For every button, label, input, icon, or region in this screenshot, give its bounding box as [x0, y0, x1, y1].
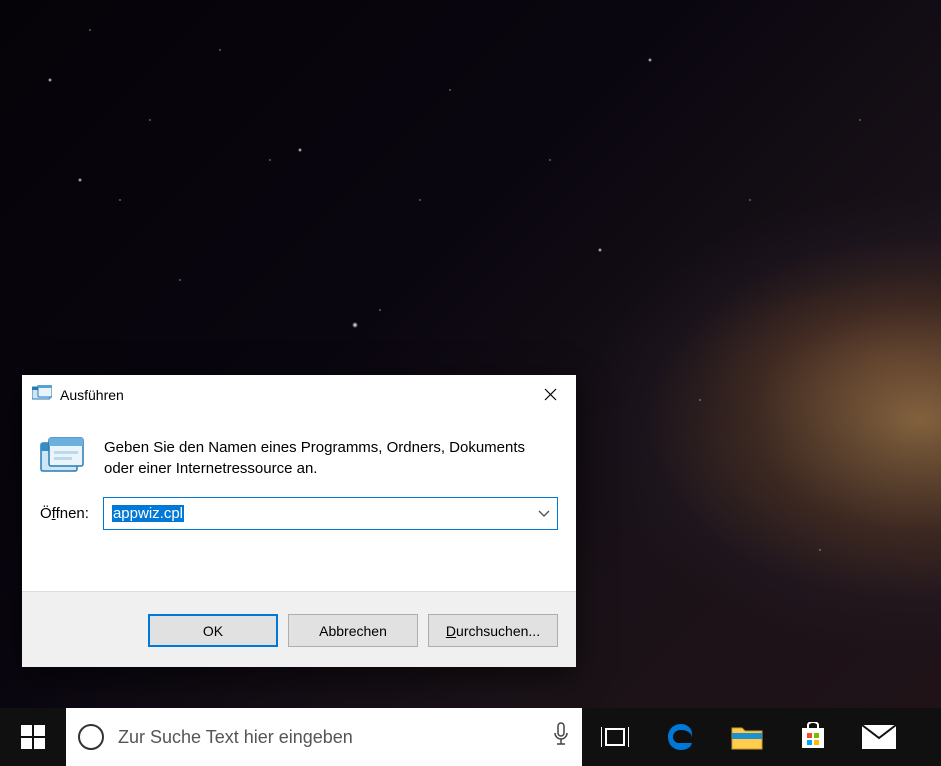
- task-view-icon: [601, 725, 629, 749]
- search-placeholder: Zur Suche Text hier eingeben: [118, 727, 538, 748]
- store-button[interactable]: [780, 708, 846, 766]
- file-explorer-button[interactable]: [714, 708, 780, 766]
- run-dialog: Ausführen Geben Sie den Namen eines Prog…: [22, 375, 576, 667]
- dialog-content: Geben Sie den Namen eines Programms, Ord…: [22, 415, 576, 489]
- taskbar-search[interactable]: Zur Suche Text hier eingeben: [66, 708, 582, 766]
- browse-button[interactable]: Durchsuchen...: [428, 614, 558, 647]
- open-input[interactable]: appwiz.cpl: [104, 498, 184, 529]
- run-large-icon: [40, 437, 84, 479]
- dialog-title: Ausführen: [60, 387, 524, 403]
- cortana-icon: [78, 724, 104, 750]
- microphone-icon[interactable]: [552, 722, 570, 753]
- edge-icon: [665, 721, 697, 753]
- store-icon: [798, 722, 828, 752]
- open-label: Öffnen:: [40, 505, 89, 522]
- close-button[interactable]: [524, 375, 576, 415]
- taskbar-icons: [582, 708, 912, 766]
- folder-icon: [730, 723, 764, 751]
- open-combobox[interactable]: appwiz.cpl: [103, 497, 558, 530]
- titlebar[interactable]: Ausführen: [22, 375, 576, 415]
- mail-button[interactable]: [846, 708, 912, 766]
- windows-logo-icon: [21, 725, 45, 749]
- chevron-down-icon: [538, 510, 550, 518]
- cancel-button[interactable]: Abbrechen: [288, 614, 418, 647]
- edge-button[interactable]: [648, 708, 714, 766]
- start-button[interactable]: [0, 708, 66, 766]
- ok-button[interactable]: OK: [148, 614, 278, 647]
- mail-icon: [861, 724, 897, 750]
- close-icon: [544, 388, 557, 401]
- taskbar: Zur Suche Text hier eingeben: [0, 708, 941, 766]
- dropdown-button[interactable]: [531, 510, 557, 518]
- dialog-description: Geben Sie den Namen eines Programms, Ord…: [104, 437, 558, 479]
- task-view-button[interactable]: [582, 708, 648, 766]
- run-title-icon: [32, 385, 52, 404]
- input-row: Öffnen: appwiz.cpl: [22, 489, 576, 530]
- button-row: OK Abbrechen Durchsuchen...: [22, 591, 576, 667]
